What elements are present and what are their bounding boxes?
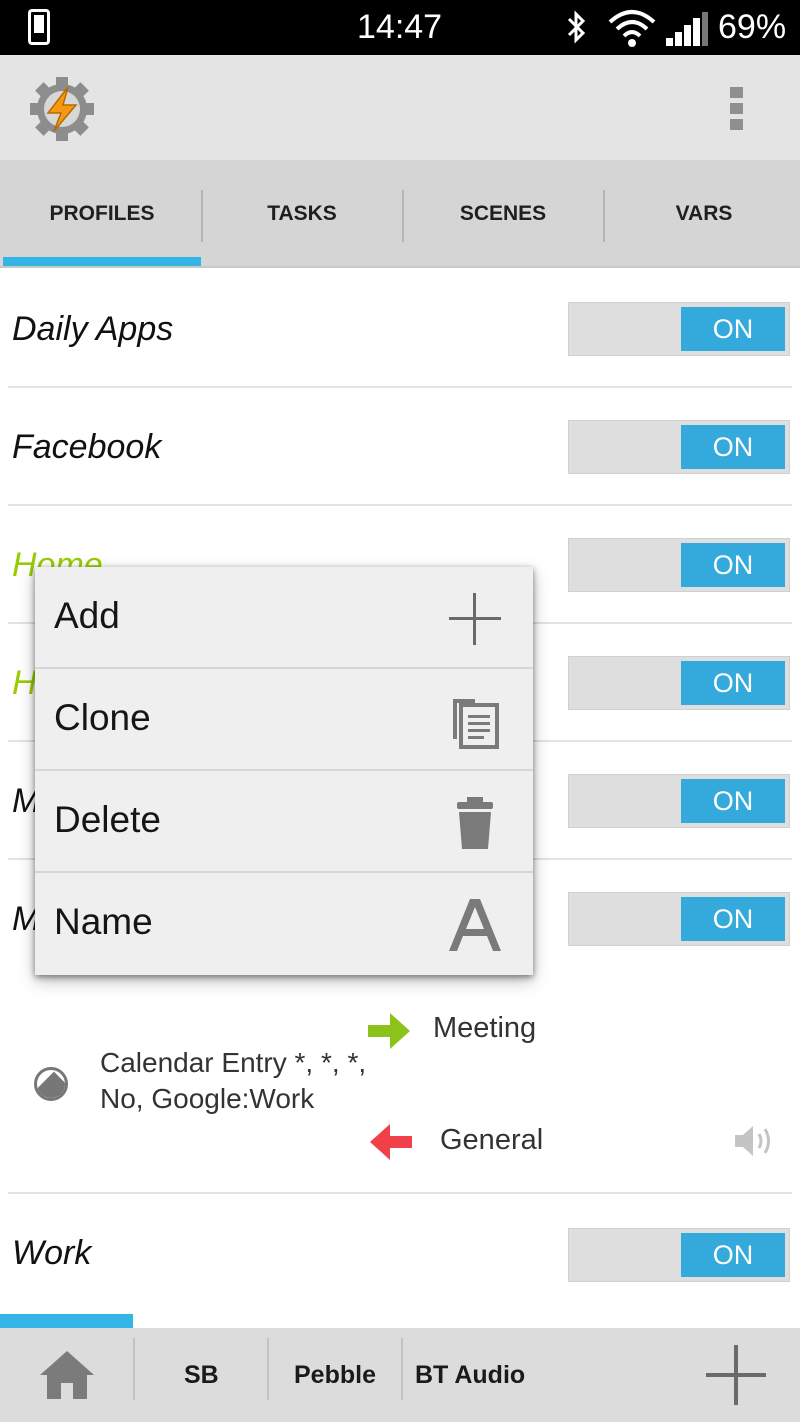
project-tab-bt-audio[interactable]: BT Audio — [415, 1328, 525, 1422]
project-bar: SB Pebble BT Audio — [0, 1328, 800, 1422]
project-tab-pebble[interactable]: Pebble — [294, 1328, 376, 1422]
wifi-icon — [608, 8, 656, 52]
bluetooth-icon — [566, 10, 588, 49]
signal-icon — [666, 12, 710, 50]
green-right-arrow-icon — [368, 1011, 412, 1055]
red-left-arrow-icon — [368, 1122, 412, 1166]
profile-name: Work — [12, 1234, 92, 1272]
tab-bar: PROFILES TASKS SCENES VARS — [0, 160, 800, 268]
profile-toggle[interactable]: ON — [568, 774, 790, 828]
tab-scenes[interactable]: SCENES — [403, 160, 603, 268]
letter-a-icon — [445, 895, 505, 955]
calendar-context-icon — [34, 1067, 68, 1101]
project-tab-sb[interactable]: SB — [184, 1328, 219, 1422]
project-indicator — [0, 1314, 133, 1328]
menu-item-delete[interactable]: Delete — [35, 771, 533, 873]
menu-item-clone[interactable]: Clone — [35, 669, 533, 771]
selected-tab-indicator — [3, 257, 201, 266]
profile-toggle[interactable]: ON — [568, 892, 790, 946]
profile-toggle[interactable]: ON — [568, 1228, 790, 1282]
profile-toggle[interactable]: ON — [568, 420, 790, 474]
overflow-menu-icon[interactable] — [730, 87, 744, 133]
copy-icon — [445, 691, 505, 751]
tab-tasks[interactable]: TASKS — [202, 160, 402, 268]
volume-icon — [733, 1122, 775, 1164]
add-project-plus-icon[interactable] — [704, 1328, 768, 1422]
phone-icon — [28, 9, 50, 45]
profile-name: Daily Apps — [12, 310, 174, 348]
home-icon[interactable] — [38, 1328, 96, 1422]
menu-item-add[interactable]: Add — [35, 567, 533, 669]
gear-lightning-icon[interactable] — [26, 77, 98, 145]
trash-icon — [445, 793, 505, 853]
profile-toggle[interactable]: ON — [568, 538, 790, 592]
exit-task[interactable]: General — [440, 1124, 543, 1157]
tab-profiles[interactable]: PROFILES — [2, 160, 202, 268]
popup-menu: Add Clone Delete Name — [35, 567, 533, 975]
profile-name: Facebook — [12, 428, 162, 466]
action-bar — [0, 55, 800, 160]
status-time: 14:47 — [357, 8, 443, 46]
profile-context[interactable]: Calendar Entry *, *, *, No, Google:Work — [100, 1045, 370, 1117]
enter-task[interactable]: Meeting — [433, 1012, 536, 1045]
profile-toggle[interactable]: ON — [568, 656, 790, 710]
plus-icon — [445, 589, 505, 649]
battery-level: 69% — [718, 8, 787, 46]
menu-item-name[interactable]: Name — [35, 873, 533, 975]
tab-vars[interactable]: VARS — [604, 160, 800, 268]
status-bar: 14:47 69% — [0, 0, 800, 55]
profile-toggle[interactable]: ON — [568, 302, 790, 356]
profile-name: H — [12, 664, 37, 702]
